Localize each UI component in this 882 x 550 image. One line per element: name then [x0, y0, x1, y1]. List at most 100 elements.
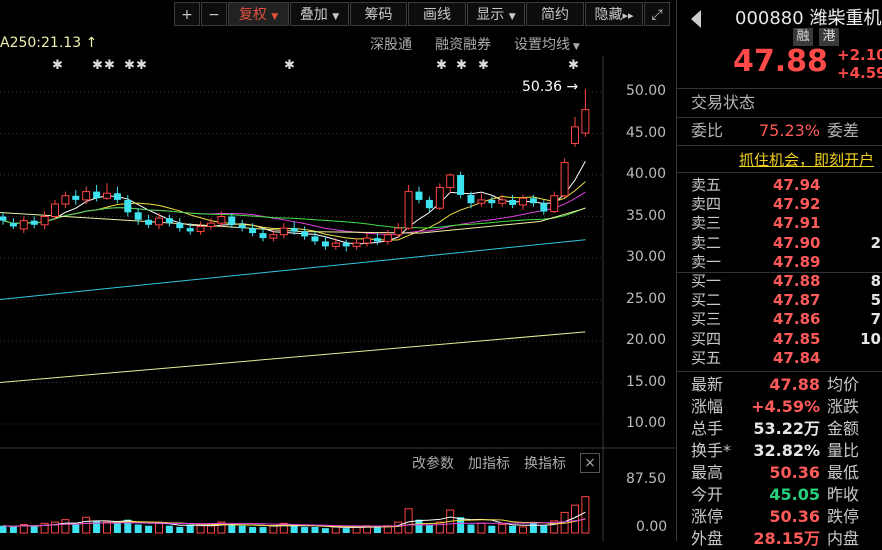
event-marker-icon[interactable]: ✱	[456, 59, 467, 72]
shengutong-link[interactable]: 深股通	[370, 34, 412, 54]
candle-body	[415, 191, 423, 200]
ask-row[interactable]: 卖三 47.91	[677, 214, 882, 233]
candle-body	[228, 216, 236, 225]
ma250-value: A250:21.13	[0, 35, 82, 51]
volume-bar	[155, 522, 163, 534]
stat-label-2: 均价	[827, 375, 860, 394]
diejia-dropdown[interactable]: 叠加 ▼	[290, 2, 349, 26]
order-price: 47.90	[773, 233, 821, 252]
stat-label: 最高	[691, 463, 724, 482]
candle-body	[519, 197, 527, 206]
event-marker-icon[interactable]: ✱	[136, 59, 147, 72]
chouma-button[interactable]: 筹码	[350, 2, 407, 26]
arrow-up-icon: ↑	[85, 35, 98, 51]
order-label: 买二	[691, 291, 722, 310]
order-label: 买一	[691, 272, 722, 290]
ask-row[interactable]: 卖五 47.94	[677, 176, 882, 195]
stat-row: 涨停 50.36 跌停	[677, 506, 882, 528]
event-marker-icon[interactable]: ✱	[568, 59, 579, 72]
gaicanshu-link[interactable]: 改参数	[412, 453, 454, 473]
candle-body	[352, 242, 361, 247]
chevron-down-icon: ▼	[271, 12, 279, 22]
vol-axis-bottom: 0.00	[636, 519, 668, 535]
yincang-button[interactable]: 隐藏▸▸	[585, 2, 643, 26]
weicha-label: 委差	[827, 121, 860, 140]
huaxian-button[interactable]: 画线	[408, 2, 466, 26]
fuquan-dropdown[interactable]: 复权 ▼	[228, 2, 289, 26]
candle-body	[207, 222, 215, 227]
bid-row[interactable]: 买三 47.86 7	[677, 310, 882, 329]
stat-label-2: 量比	[827, 441, 860, 460]
stock-title: 000880 潍柴重机	[735, 4, 881, 30]
volume-bar	[61, 519, 70, 534]
volume-bar	[145, 525, 153, 533]
event-marker-icon[interactable]: ✱	[284, 59, 295, 72]
stat-value: 50.36	[769, 463, 820, 482]
zoom-in-button[interactable]: +	[174, 2, 200, 26]
current-price: 47.88	[733, 44, 828, 79]
stat-row: 总手 53.22万 金额	[677, 418, 882, 440]
zoom-out-button[interactable]: −	[201, 2, 227, 26]
candle-body	[321, 241, 329, 247]
order-label: 卖五	[691, 176, 722, 194]
volume-bar	[269, 525, 278, 534]
expand-button[interactable]: ⤢	[644, 2, 670, 26]
chevron-down-icon: ▼	[332, 12, 340, 22]
xianshi-dropdown[interactable]: 显示 ▼	[467, 2, 525, 26]
volume-bar	[249, 526, 257, 533]
stat-value: 28.15万	[753, 529, 820, 548]
jianyue-button[interactable]: 简约	[526, 2, 584, 26]
bid-row[interactable]: 买五 47.84	[677, 349, 882, 368]
divider	[677, 117, 882, 118]
volume-bar	[540, 525, 548, 533]
stat-label: 今开	[691, 485, 724, 504]
ask-row[interactable]: 卖一 47.89	[677, 253, 882, 272]
volume-bar	[207, 525, 215, 534]
candle-body	[145, 219, 153, 225]
volume-bar	[342, 528, 350, 533]
huanzhibiao-link[interactable]: 换指标	[524, 453, 566, 473]
volume-bar	[134, 524, 142, 533]
high-value: 50.36	[522, 79, 563, 95]
fuquan-label: 复权	[238, 7, 267, 23]
event-marker-icon[interactable]: ✱	[436, 59, 447, 72]
stat-label-2: 金额	[827, 419, 860, 438]
candle-body	[363, 237, 371, 244]
candle-body	[560, 162, 569, 197]
volume-bar	[331, 526, 340, 534]
price-tick-label: 40.00	[626, 166, 667, 182]
volume-bar	[435, 521, 444, 534]
order-label: 卖二	[691, 233, 722, 252]
jiazhibiao-link[interactable]: 加指标	[468, 453, 510, 473]
volume-bar	[467, 524, 475, 533]
candle-body	[51, 203, 59, 218]
event-marker-icon[interactable]: ✱	[92, 59, 103, 72]
event-marker-icon[interactable]: ✱	[124, 59, 135, 72]
rongzi-link[interactable]: 融资融券	[435, 34, 491, 54]
event-marker-icon[interactable]: ✱	[478, 59, 489, 72]
candle-body	[113, 193, 121, 200]
candle-body	[301, 231, 309, 237]
back-arrow-icon[interactable]	[691, 10, 701, 28]
arrow-right-icon: →	[566, 79, 579, 95]
candle-body	[134, 212, 142, 220]
event-marker-icon[interactable]: ✱	[104, 59, 115, 72]
order-price: 47.92	[773, 195, 821, 214]
candle-body	[290, 228, 298, 232]
divider	[677, 371, 882, 372]
set-ma-dropdown[interactable]: 设置均线 ▼	[514, 34, 580, 54]
open-account-banner[interactable]: 抓住机会，即刻开户	[739, 149, 874, 170]
close-icon[interactable]: ×	[580, 453, 600, 473]
order-label: 买五	[691, 348, 722, 367]
ask-row[interactable]: 卖四 47.92	[677, 195, 882, 214]
chevron-down-icon: ▼	[508, 12, 516, 22]
bid-row[interactable]: 买二 47.87 5	[677, 291, 882, 310]
bid-row[interactable]: 买四 47.85 10	[677, 330, 882, 349]
weibi-value: 75.23%	[759, 121, 821, 140]
ask-row[interactable]: 卖二 47.90 2	[677, 234, 882, 253]
candle-body	[540, 203, 548, 212]
order-label: 买四	[691, 329, 722, 348]
bid-row[interactable]: 买一 47.88 8	[677, 272, 882, 291]
event-marker-icon[interactable]: ✱	[52, 59, 63, 72]
candle-body	[72, 195, 80, 200]
